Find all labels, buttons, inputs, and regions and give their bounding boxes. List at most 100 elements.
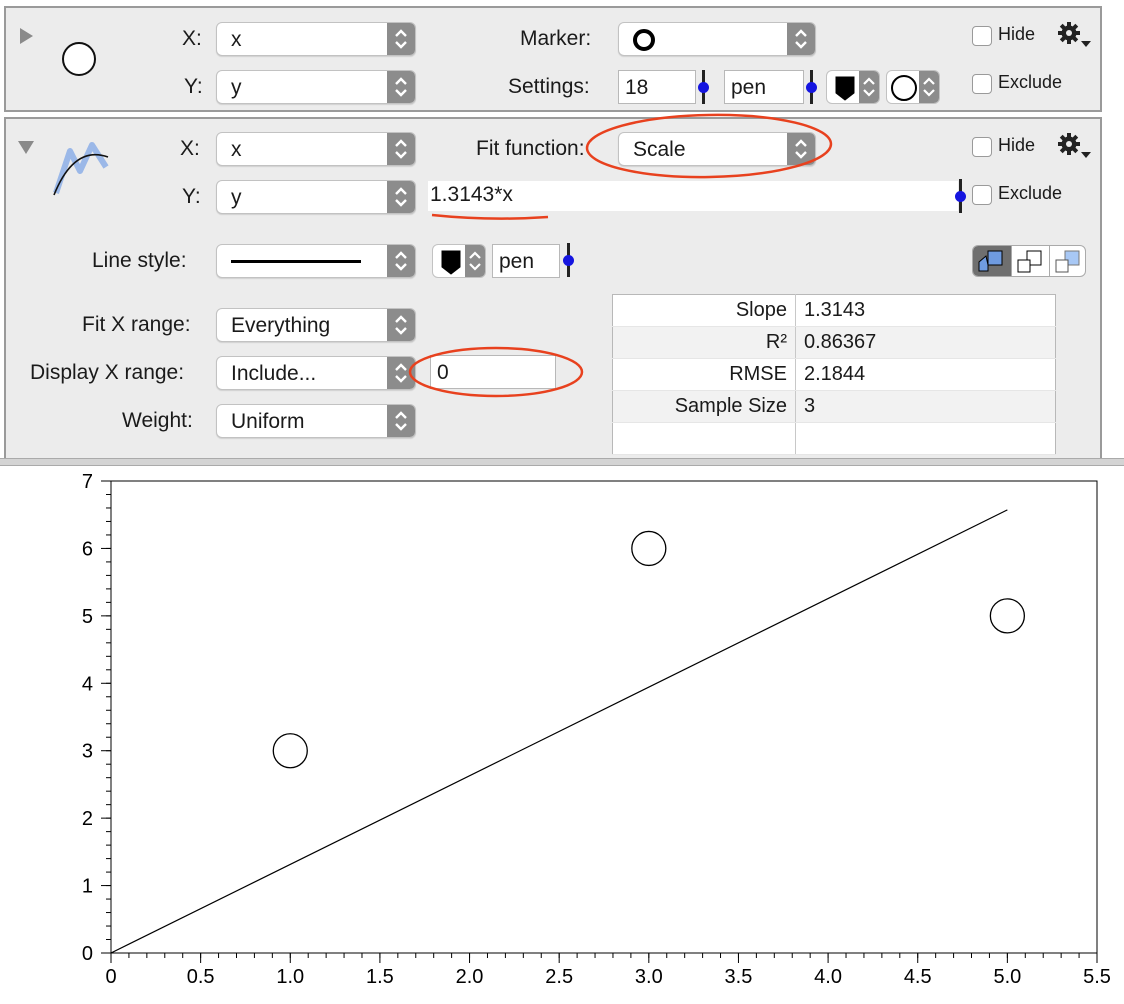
layer-panel-points: X: x Y: y Marker: Settings: 18 pen xyxy=(4,6,1102,112)
y-tick-label: 4 xyxy=(82,673,93,695)
pen-slider-handle[interactable] xyxy=(810,70,813,104)
data-point xyxy=(990,599,1024,633)
stats-value: 0.86367 xyxy=(796,327,1056,359)
line-pen-field[interactable]: pen xyxy=(492,244,560,278)
display-x-range-input-value: 0 xyxy=(437,361,449,385)
chevron-updown-icon xyxy=(787,23,815,55)
open-circle-marker-icon xyxy=(62,42,96,76)
chevron-updown-icon xyxy=(387,405,415,437)
hide-label: Hide xyxy=(998,135,1035,156)
line-color-select[interactable] xyxy=(432,244,486,278)
gear-icon[interactable] xyxy=(1056,20,1092,50)
y-column-select[interactable]: y xyxy=(216,180,416,214)
stats-row: RMSE2.1844 xyxy=(613,359,1056,391)
disclosure-triangle-expanded-icon[interactable] xyxy=(18,141,34,154)
x-tick-label: 1.0 xyxy=(276,966,304,988)
stats-row: Slope1.3143 xyxy=(613,295,1056,327)
fit-function-label: Fit function: xyxy=(476,137,585,161)
line-style-select[interactable] xyxy=(216,244,416,278)
fit-x-range-select[interactable]: Everything xyxy=(216,308,416,342)
disclosure-triangle-collapsed-icon[interactable] xyxy=(20,28,33,44)
display-x-range-select[interactable]: Include... xyxy=(216,356,416,390)
layer-back-icon[interactable] xyxy=(1049,246,1086,276)
chevron-updown-icon xyxy=(387,71,415,103)
y-tick-label: 7 xyxy=(82,471,93,493)
display-x-range-input[interactable]: 0 xyxy=(430,355,556,389)
stats-row: R²0.86367 xyxy=(613,327,1056,359)
formula-text: 1.3143*x xyxy=(430,183,513,207)
x-column-select[interactable]: x xyxy=(216,22,416,56)
y-tick-label: 1 xyxy=(82,876,93,898)
hide-checkbox[interactable] xyxy=(972,26,992,46)
fit-x-range-value: Everything xyxy=(231,314,330,338)
exclude-label: Exclude xyxy=(998,183,1062,204)
fit-function-select[interactable]: Scale xyxy=(618,132,816,166)
data-point xyxy=(273,734,307,768)
layer-order-segmented-control xyxy=(972,245,1086,277)
y-label: Y: xyxy=(184,75,203,99)
x-tick-label: 1.5 xyxy=(366,966,394,988)
x-label: X: xyxy=(182,27,202,51)
pen-value: pen xyxy=(731,76,766,100)
y-tick-label: 6 xyxy=(82,538,93,560)
display-x-range-label: Display X range: xyxy=(30,361,184,385)
stats-row xyxy=(613,423,1056,455)
stats-value: 1.3143 xyxy=(796,295,1056,327)
y-tick-label: 5 xyxy=(82,606,93,628)
line-pen-slider-handle[interactable] xyxy=(567,243,570,277)
y-tick-label: 3 xyxy=(82,741,93,763)
gear-icon[interactable] xyxy=(1056,131,1092,161)
fit-statistics-table: Slope1.3143R²0.86367RMSE2.1844Sample Siz… xyxy=(612,294,1056,455)
chevron-updown-icon xyxy=(465,245,485,277)
exclude-label: Exclude xyxy=(998,72,1062,93)
layer-front-icon[interactable] xyxy=(973,246,1011,276)
split-view-divider[interactable] xyxy=(0,458,1124,466)
fit-function-value: Scale xyxy=(633,138,686,162)
x-tick-label: 0 xyxy=(105,966,116,988)
color-swatch-icon xyxy=(831,73,861,103)
stats-key: RMSE xyxy=(613,359,796,391)
open-circle-marker-icon xyxy=(633,29,655,51)
chevron-updown-icon xyxy=(387,309,415,341)
marker-shape-select[interactable] xyxy=(886,70,940,104)
y-column-value: y xyxy=(231,76,242,100)
x-label: X: xyxy=(180,137,200,161)
y-column-value: y xyxy=(231,186,242,210)
marker-select[interactable] xyxy=(618,22,816,56)
chevron-updown-icon xyxy=(387,245,415,277)
data-point xyxy=(632,531,666,565)
hide-label: Hide xyxy=(998,24,1035,45)
formula-slider-handle[interactable] xyxy=(959,179,962,213)
weight-select[interactable]: Uniform xyxy=(216,404,416,438)
display-x-range-value: Include... xyxy=(231,362,316,386)
fit-layer-icon xyxy=(48,137,112,201)
stats-value xyxy=(796,423,1056,455)
formula-field[interactable]: 1.3143*x xyxy=(428,181,958,211)
exclude-checkbox[interactable] xyxy=(972,185,992,205)
stats-key: Slope xyxy=(613,295,796,327)
fill-color-select[interactable] xyxy=(826,70,880,104)
hide-checkbox[interactable] xyxy=(972,137,992,157)
x-tick-label: 3.0 xyxy=(635,966,663,988)
y-label: Y: xyxy=(182,185,201,209)
pen-field[interactable]: pen xyxy=(724,70,804,104)
x-tick-label: 5.5 xyxy=(1083,966,1111,988)
layer-middle-icon[interactable] xyxy=(1011,246,1050,276)
chevron-updown-icon xyxy=(387,23,415,55)
stats-value: 3 xyxy=(796,391,1056,423)
chevron-updown-icon xyxy=(787,133,815,165)
y-tick-label: 0 xyxy=(82,943,93,965)
marker-size-field[interactable]: 18 xyxy=(618,70,696,104)
size-slider-handle[interactable] xyxy=(702,70,705,104)
chevron-updown-icon xyxy=(919,71,939,103)
x-column-value: x xyxy=(231,28,242,52)
marker-size-value: 18 xyxy=(625,76,648,100)
exclude-checkbox[interactable] xyxy=(972,74,992,94)
stats-key xyxy=(613,423,796,455)
stats-key: Sample Size xyxy=(613,391,796,423)
y-column-select[interactable]: y xyxy=(216,70,416,104)
chevron-updown-icon xyxy=(387,181,415,213)
weight-value: Uniform xyxy=(231,410,305,434)
x-column-select[interactable]: x xyxy=(216,132,416,166)
x-tick-label: 3.5 xyxy=(725,966,753,988)
